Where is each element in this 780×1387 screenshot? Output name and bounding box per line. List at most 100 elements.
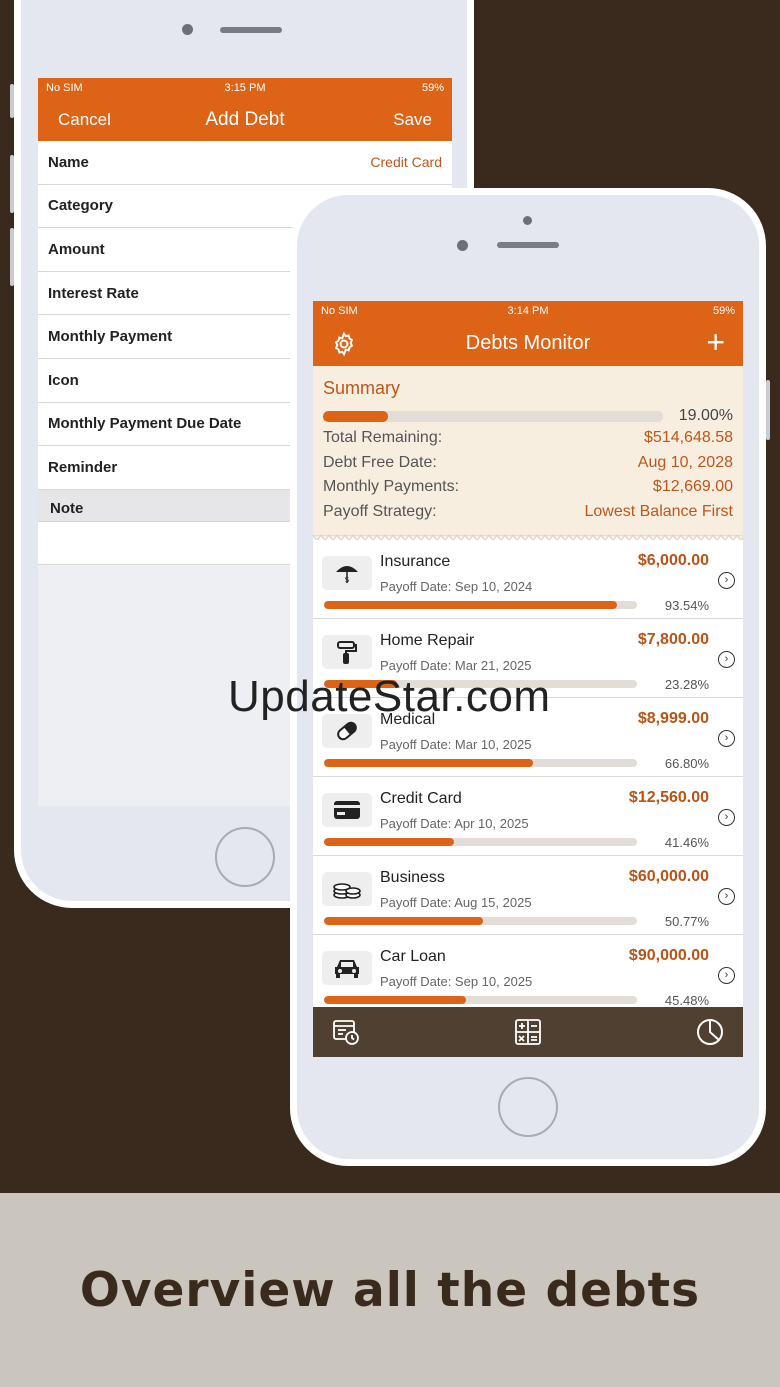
home-button[interactable] [498, 1077, 558, 1137]
caption-band: Overview all the debts [0, 1193, 780, 1387]
header-bar: No SIM 3:15 PM 59% Cancel Add Debt Save [38, 78, 452, 141]
debt-list: $ Insurance Payoff Date: Sep 10, 2024 $6,00… [313, 540, 743, 1014]
debt-amount: $12,560.00 [628, 789, 709, 806]
debt-icon-tile [322, 951, 372, 985]
debt-amount: $6,000.00 [637, 552, 709, 569]
side-button [10, 84, 14, 118]
save-button[interactable]: Save [393, 110, 432, 130]
debt-payoff-date: Payoff Date: Mar 10, 2025 [380, 737, 532, 752]
tab-statistics[interactable] [695, 1017, 725, 1047]
form-row-label: Monthly Payment [48, 328, 173, 346]
volume-up-button [10, 155, 14, 213]
summary-progress: 19.00% [323, 407, 733, 424]
form-row-label: Amount [48, 240, 105, 258]
caption-text: Overview all the debts [79, 1262, 701, 1318]
debt-amount: $8,999.00 [637, 710, 709, 727]
debt-row[interactable]: Credit Card Payoff Date: Apr 10, 2025 $12,… [313, 777, 743, 856]
summary-row: Total Remaining: $514,648.58 [323, 426, 733, 451]
summary-row-value: $12,669.00 [652, 478, 733, 496]
debt-progress-fill [324, 838, 454, 846]
debt-row[interactable]: Business Payoff Date: Aug 15, 2025 $60,000… [313, 856, 743, 935]
summary-progress-track [323, 410, 663, 422]
clock: 3:15 PM [224, 82, 266, 94]
debt-progress-label: 50.77% [664, 914, 709, 929]
debt-progress-fill [324, 601, 617, 609]
car-icon [333, 957, 361, 979]
paint-roller-icon [334, 639, 360, 665]
tab-calculator[interactable] [513, 1017, 543, 1047]
debt-progress-fill [324, 996, 467, 1004]
screen-title: Debts Monitor [465, 332, 591, 354]
chevron-right-icon[interactable]: › [718, 651, 735, 668]
header-bar: No SIM 3:14 PM 59% Debts Monitor + [313, 301, 743, 366]
summary-row-value: Lowest Balance First [584, 502, 733, 520]
form-row-label: Category [48, 197, 114, 215]
debt-payoff-date: Payoff Date: Sep 10, 2024 [380, 579, 533, 594]
watermark: UpdateStar.com [228, 672, 551, 721]
debt-icon-tile [322, 635, 372, 669]
earpiece-speaker [497, 242, 559, 248]
chevron-right-icon[interactable]: › [718, 572, 735, 589]
clock: 3:14 PM [507, 305, 549, 317]
home-button[interactable] [215, 827, 275, 887]
debt-payoff-date: Payoff Date: Aug 15, 2025 [380, 895, 532, 910]
chevron-right-icon[interactable]: › [718, 967, 735, 984]
tab-bar [313, 1007, 743, 1057]
proximity-sensor [457, 240, 468, 251]
chevron-right-icon[interactable]: › [718, 809, 735, 826]
pie-chart-icon [697, 1019, 723, 1045]
gear-icon[interactable] [331, 331, 357, 357]
summary-row-value: Aug 10, 2028 [637, 453, 733, 471]
tab-schedule[interactable] [331, 1017, 361, 1047]
summary-rows: Total Remaining: $514,648.58 Debt Free Dat… [323, 426, 733, 524]
form-row-label: Monthly Payment Due Date [48, 415, 242, 433]
summary-title: Summary [323, 378, 401, 398]
form-row-label: Interest Rate [48, 284, 139, 302]
svg-text:$: $ [344, 575, 349, 584]
debt-progress-fill [324, 759, 534, 767]
debt-progress-label: 41.46% [664, 835, 709, 850]
umbrella-icon: $ [334, 560, 360, 586]
debt-progress-label: 45.48% [664, 993, 709, 1008]
debt-progress-track [324, 601, 637, 609]
summary-row-label: Payoff Strategy: [323, 502, 437, 520]
summary-row-label: Debt Free Date: [323, 453, 437, 471]
chevron-right-icon[interactable]: › [718, 730, 735, 747]
calculator-icon [515, 1019, 541, 1045]
nav-bar: Cancel Add Debt Save [38, 98, 452, 141]
debt-progress-track [324, 917, 637, 925]
summary-row-value: $514,648.58 [644, 429, 733, 447]
form-row[interactable]: Name Credit Card [38, 141, 452, 185]
form-row-label: Icon [48, 371, 79, 389]
debt-progress-track [324, 759, 637, 767]
debt-icon-tile [322, 793, 372, 827]
summary-row-label: Total Remaining: [323, 429, 443, 447]
credit-card-icon [333, 799, 361, 821]
debt-amount: $7,800.00 [637, 631, 709, 648]
debt-icon-tile [322, 872, 372, 906]
summary-panel: Summary 19.00% Total Remaining: $514,648.… [313, 366, 743, 542]
debt-name: Credit Card [380, 790, 462, 807]
debt-row[interactable]: $ Insurance Payoff Date: Sep 10, 2024 $6,00… [313, 540, 743, 619]
status-bar: No SIM 3:14 PM 59% [313, 301, 743, 321]
power-button [766, 380, 770, 440]
debt-amount: $60,000.00 [628, 868, 709, 885]
nav-bar: Debts Monitor + [313, 321, 743, 366]
summary-row: Payoff Strategy: Lowest Balance First [323, 500, 733, 525]
debt-name: Home Repair [380, 632, 475, 649]
cancel-button[interactable]: Cancel [58, 110, 111, 130]
debt-amount: $90,000.00 [628, 947, 709, 964]
debt-name: Business [380, 869, 445, 886]
debt-row[interactable]: Car Loan Payoff Date: Sep 10, 2025 $90,000… [313, 935, 743, 1014]
debt-progress-label: 93.54% [664, 598, 709, 613]
calendar-clock-icon [333, 1020, 359, 1045]
chevron-right-icon[interactable]: › [718, 888, 735, 905]
form-row-label: Reminder [48, 458, 118, 476]
debt-progress-track [324, 996, 637, 1004]
debt-payoff-date: Payoff Date: Sep 10, 2025 [380, 974, 533, 989]
form-row-value: Credit Card [370, 154, 442, 171]
debt-progress-label: 23.28% [664, 677, 709, 692]
front-camera [523, 216, 532, 225]
add-debt-button[interactable]: + [706, 326, 725, 358]
earpiece-speaker [220, 27, 282, 33]
